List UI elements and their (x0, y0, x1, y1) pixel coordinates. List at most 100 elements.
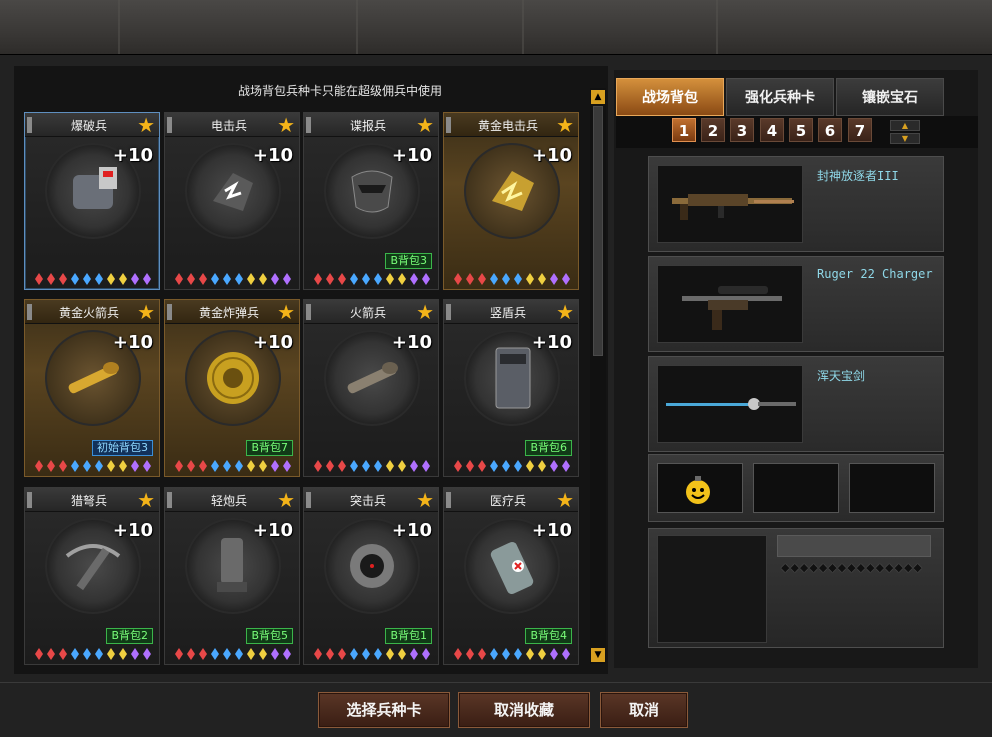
gem-row (175, 648, 291, 660)
weapon-slot-secondary[interactable]: Ruger 22 Charger (648, 256, 944, 352)
favorite-star-icon[interactable]: ★ (416, 489, 434, 511)
accessory-slot-empty[interactable] (849, 463, 935, 513)
weapon-slot-primary[interactable]: 封神放逐者III (648, 156, 944, 252)
soldier-card[interactable]: 猎弩兵 ★ +10 B背包2 (24, 487, 160, 665)
gem-icon (422, 460, 430, 472)
gem-icon (514, 648, 522, 660)
tab-enhance-card[interactable]: 强化兵种卡 (726, 78, 834, 116)
favorite-star-icon[interactable]: ★ (416, 114, 434, 136)
gem-icon (223, 460, 231, 472)
card-tab-marker (306, 492, 311, 508)
bonus-value: +10 (252, 145, 293, 166)
favorite-star-icon[interactable]: ★ (137, 489, 155, 511)
gem-icon (350, 460, 358, 472)
gem-icon (107, 460, 115, 472)
soldier-card[interactable]: 轻炮兵 ★ +10 B背包5 (164, 487, 300, 665)
smiley-grenade-icon[interactable] (657, 463, 743, 513)
favorite-star-icon[interactable]: ★ (277, 114, 295, 136)
scroll-up-arrow-icon[interactable]: ▲ (591, 90, 605, 104)
bonus-value: +10 (112, 332, 153, 353)
page-button-7[interactable]: 7 (848, 118, 872, 142)
favorite-star-icon[interactable]: ★ (556, 301, 574, 323)
card-tab-marker (167, 117, 172, 133)
gem-row (175, 460, 291, 472)
card-name: 黄金电击兵 (477, 119, 538, 133)
page-button-2[interactable]: 2 (701, 118, 725, 142)
gem-icon (338, 273, 346, 285)
unfavorite-button[interactable]: 取消收藏 (458, 692, 590, 728)
gem-icon (199, 648, 207, 660)
card-scrollbar[interactable]: ▲ ▼ (590, 88, 606, 664)
gem-icon (526, 648, 534, 660)
soldier-card[interactable]: 竖盾兵 ★ +10 B背包6 (443, 299, 579, 477)
tab-inlay-gem[interactable]: 镶嵌宝石 (836, 78, 944, 116)
bonus-value: +10 (112, 145, 153, 166)
tab-battle-backpack[interactable]: 战场背包 (616, 78, 724, 116)
accessory-slot-empty[interactable] (753, 463, 839, 513)
page-button-6[interactable]: 6 (818, 118, 842, 142)
gold-rocket-launcher-icon (68, 362, 119, 394)
bonus-value: +10 (531, 520, 572, 541)
page-button-4[interactable]: 4 (760, 118, 784, 142)
gem-icon (374, 273, 382, 285)
info-name-bar (777, 535, 931, 557)
card-tab-marker (306, 117, 311, 133)
soldier-card[interactable]: 谍报兵 ★ +10 B背包3 (303, 112, 439, 290)
soldier-card[interactable]: 爆破兵 ★ +10 (24, 112, 160, 290)
page-button-3[interactable]: 3 (730, 118, 754, 142)
soldier-card[interactable]: 电击兵 ★ +10 (164, 112, 300, 290)
gem-icon (119, 648, 127, 660)
page-up-icon[interactable]: ▲ (890, 120, 920, 131)
gem-icon (398, 273, 406, 285)
select-card-button[interactable]: 选择兵种卡 (318, 692, 450, 728)
gem-icon (235, 273, 243, 285)
gem-icon (131, 460, 139, 472)
gem-icon (187, 460, 195, 472)
backpack-badge: B背包5 (246, 628, 293, 644)
weapon-slot-melee[interactable]: 浑天宝剑 (648, 356, 944, 452)
favorite-star-icon[interactable]: ★ (277, 301, 295, 323)
favorite-star-icon[interactable]: ★ (556, 114, 574, 136)
gem-icon (562, 273, 570, 285)
card-tab-marker (167, 304, 172, 320)
scroll-thumb[interactable] (593, 106, 603, 356)
top-banner (0, 0, 992, 54)
soldier-card[interactable]: 火箭兵 ★ +10 (303, 299, 439, 477)
scroll-down-arrow-icon[interactable]: ▼ (591, 648, 605, 662)
machine-gun-icon (657, 165, 803, 243)
gem-icon (454, 273, 462, 285)
soldier-card[interactable]: 医疗兵 ★ +10 B背包4 (443, 487, 579, 665)
soldier-card[interactable]: 黄金电击兵 ★ +10 (443, 112, 579, 290)
favorite-star-icon[interactable]: ★ (416, 301, 434, 323)
gem-icon (422, 648, 430, 660)
card-tab-marker (306, 304, 311, 320)
soldier-card[interactable]: 黄金炸弹兵 ★ +10 B背包7 (164, 299, 300, 477)
gem-icon (131, 648, 139, 660)
favorite-star-icon[interactable]: ★ (277, 489, 295, 511)
favorite-star-icon[interactable]: ★ (137, 301, 155, 323)
gem-icon (175, 648, 183, 660)
page-button-5[interactable]: 5 (789, 118, 813, 142)
gem-icon (374, 460, 382, 472)
gem-icon (550, 648, 558, 660)
gem-icon (550, 273, 558, 285)
sword-icon (657, 365, 803, 443)
gem-icon (211, 460, 219, 472)
card-name: 猎弩兵 (70, 494, 107, 508)
gem-icon (143, 273, 151, 285)
banner-crease (716, 0, 718, 54)
cancel-button[interactable]: 取消 (600, 692, 688, 728)
gem-icon (175, 273, 183, 285)
gem-icon (35, 648, 43, 660)
page-button-1[interactable]: 1 (672, 118, 696, 142)
gem-icon (143, 648, 151, 660)
soldier-card[interactable]: 突击兵 ★ +10 B背包1 (303, 487, 439, 665)
gem-icon (187, 273, 195, 285)
gem-icon (362, 460, 370, 472)
favorite-star-icon[interactable]: ★ (137, 114, 155, 136)
favorite-star-icon[interactable]: ★ (556, 489, 574, 511)
gem-icon (386, 273, 394, 285)
page-down-icon[interactable]: ▼ (890, 133, 920, 144)
gem-icon (83, 460, 91, 472)
soldier-card[interactable]: 黄金火箭兵 ★ +10 初始背包3 (24, 299, 160, 477)
